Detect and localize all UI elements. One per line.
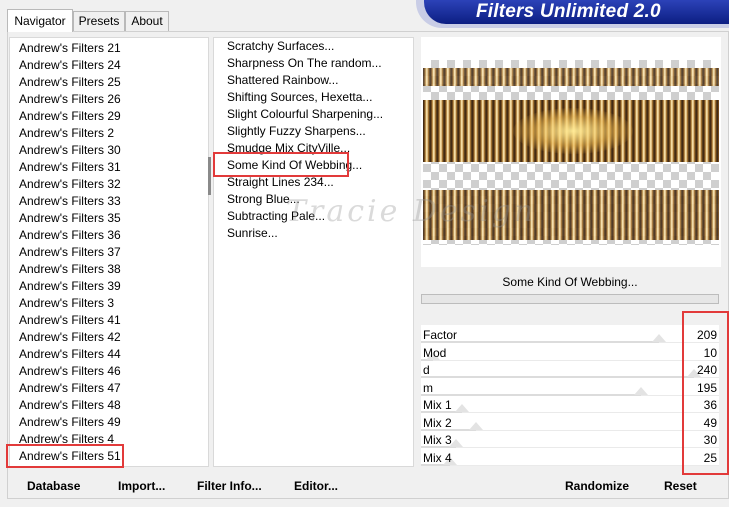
current-filter-name: Some Kind Of Webbing... — [421, 271, 719, 294]
parameter-label: Mix 2 — [423, 415, 452, 430]
filter-item[interactable]: Sharpness On The random... — [227, 55, 382, 72]
category-item[interactable]: Andrew's Filters 38 — [19, 261, 121, 278]
category-item[interactable]: Andrew's Filters 4 — [19, 431, 114, 448]
parameter-row[interactable]: Mix 4 25 — [421, 449, 719, 466]
parameter-label: Mix 1 — [423, 398, 452, 412]
category-item[interactable]: Andrew's Filters 2 — [19, 125, 114, 142]
category-item[interactable]: Andrew's Filters 37 — [19, 244, 121, 261]
category-item[interactable]: Andrew's Filters 21 — [19, 40, 121, 57]
tab-about[interactable]: About — [125, 11, 169, 31]
parameter-value[interactable]: 36 — [677, 397, 717, 413]
parameter-label: d — [423, 363, 430, 377]
app-title-banner: Filters Unlimited 2.0 — [424, 0, 729, 24]
category-item[interactable]: Andrew's Filters 39 — [19, 278, 121, 295]
filter-item[interactable]: Some Kind Of Webbing... — [227, 157, 362, 174]
parameter-panel: Factor 209 Mod 10 d 240 m 195 Mix 1 36 Mix 2 49 Mix … — [421, 325, 719, 466]
filter-item[interactable]: Straight Lines 234... — [227, 174, 334, 191]
category-item[interactable]: Andrew's Filters 49 — [19, 414, 121, 431]
category-item[interactable]: Andrew's Filters 51 — [19, 448, 121, 465]
parameter-slider-knob[interactable] — [634, 386, 649, 395]
randomize-button[interactable]: Randomize — [565, 477, 629, 495]
parameter-value[interactable]: 195 — [677, 380, 717, 396]
parameter-label: m — [423, 380, 433, 395]
preview-image — [423, 60, 719, 245]
parameter-row[interactable]: d 240 — [421, 361, 719, 378]
reset-button[interactable]: Reset — [664, 477, 697, 495]
filter-item[interactable]: Shattered Rainbow... — [227, 72, 338, 89]
category-item[interactable]: Andrew's Filters 3 — [19, 295, 114, 312]
filter-item[interactable]: Strong Blue... — [227, 191, 300, 208]
category-scrollbar-thumb[interactable] — [208, 157, 211, 195]
import-button[interactable]: Import... — [118, 477, 165, 495]
category-item[interactable]: Andrew's Filters 24 — [19, 57, 121, 74]
parameter-value[interactable]: 25 — [677, 450, 717, 466]
filter-list[interactable]: Scratchy Surfaces... Sharpness On The ran… — [213, 37, 414, 467]
parameter-label: Mix 3 — [423, 433, 452, 447]
preview-band-top — [423, 68, 719, 86]
parameter-label: Mod — [423, 345, 447, 360]
category-item[interactable]: Andrew's Filters 33 — [19, 193, 121, 210]
parameter-row[interactable]: Mix 3 30 — [421, 431, 719, 448]
parameter-value[interactable]: 209 — [677, 327, 717, 343]
tab-presets[interactable]: Presets — [73, 11, 125, 31]
parameter-row[interactable]: m 195 — [421, 379, 719, 396]
category-item[interactable]: Andrew's Filters 30 — [19, 142, 121, 159]
parameter-value[interactable]: 30 — [677, 432, 717, 448]
parameter-value[interactable]: 10 — [677, 345, 717, 361]
parameter-label: Factor — [423, 328, 458, 342]
parameter-row[interactable]: Factor 209 — [421, 326, 719, 343]
category-list[interactable]: Andrew's Filters 21 Andrew's Filters 24 An… — [9, 37, 211, 467]
parameter-value[interactable]: 49 — [677, 415, 717, 431]
parameter-row[interactable]: Mix 2 49 — [421, 414, 719, 431]
category-item[interactable]: Andrew's Filters 36 — [19, 227, 121, 244]
parameter-value[interactable]: 240 — [677, 362, 717, 378]
tab-navigator[interactable]: Navigator — [7, 9, 73, 32]
category-item[interactable]: Andrew's Filters 25 — [19, 74, 121, 91]
category-item[interactable]: Andrew's Filters 26 — [19, 91, 121, 108]
preview-band-bottom — [423, 190, 719, 240]
parameter-label: Mix 4 — [423, 450, 452, 465]
parameter-row[interactable]: Mix 1 36 — [421, 396, 719, 413]
category-item[interactable]: Andrew's Filters 48 — [19, 397, 121, 414]
category-item[interactable]: Andrew's Filters 29 — [19, 108, 121, 125]
parameter-slider-knob[interactable] — [469, 421, 484, 430]
category-item[interactable]: Andrew's Filters 35 — [19, 210, 121, 227]
parameter-slider-knob[interactable] — [651, 334, 666, 342]
category-item[interactable]: Andrew's Filters 46 — [19, 363, 121, 380]
category-item[interactable]: Andrew's Filters 41 — [19, 312, 121, 329]
category-item[interactable]: Andrew's Filters 47 — [19, 380, 121, 397]
progress-bar — [421, 294, 719, 304]
category-item[interactable]: Andrew's Filters 32 — [19, 176, 121, 193]
filter-item[interactable]: Sunrise... — [227, 225, 278, 242]
filter-item[interactable]: Slightly Fuzzy Sharpens... — [227, 123, 366, 140]
category-item[interactable]: Andrew's Filters 42 — [19, 329, 121, 346]
filter-info-button[interactable]: Filter Info... — [197, 477, 262, 495]
category-item[interactable]: Andrew's Filters 31 — [19, 159, 121, 176]
preview-glow — [513, 108, 633, 154]
editor-button[interactable]: Editor... — [294, 477, 338, 495]
parameter-slider-knob[interactable] — [454, 404, 469, 412]
database-button[interactable]: Database — [27, 477, 80, 495]
category-item[interactable]: Andrew's Filters 44 — [19, 346, 121, 363]
filter-item[interactable]: Shifting Sources, Hexetta... — [227, 89, 372, 106]
filter-item[interactable]: Smudge Mix CityVille... — [227, 140, 350, 157]
filter-item[interactable]: Slight Colourful Sharpening... — [227, 106, 383, 123]
filter-item[interactable]: Subtracting Pale... — [227, 208, 325, 225]
filter-item[interactable]: Scratchy Surfaces... — [227, 38, 334, 55]
parameter-row[interactable]: Mod 10 — [421, 344, 719, 361]
